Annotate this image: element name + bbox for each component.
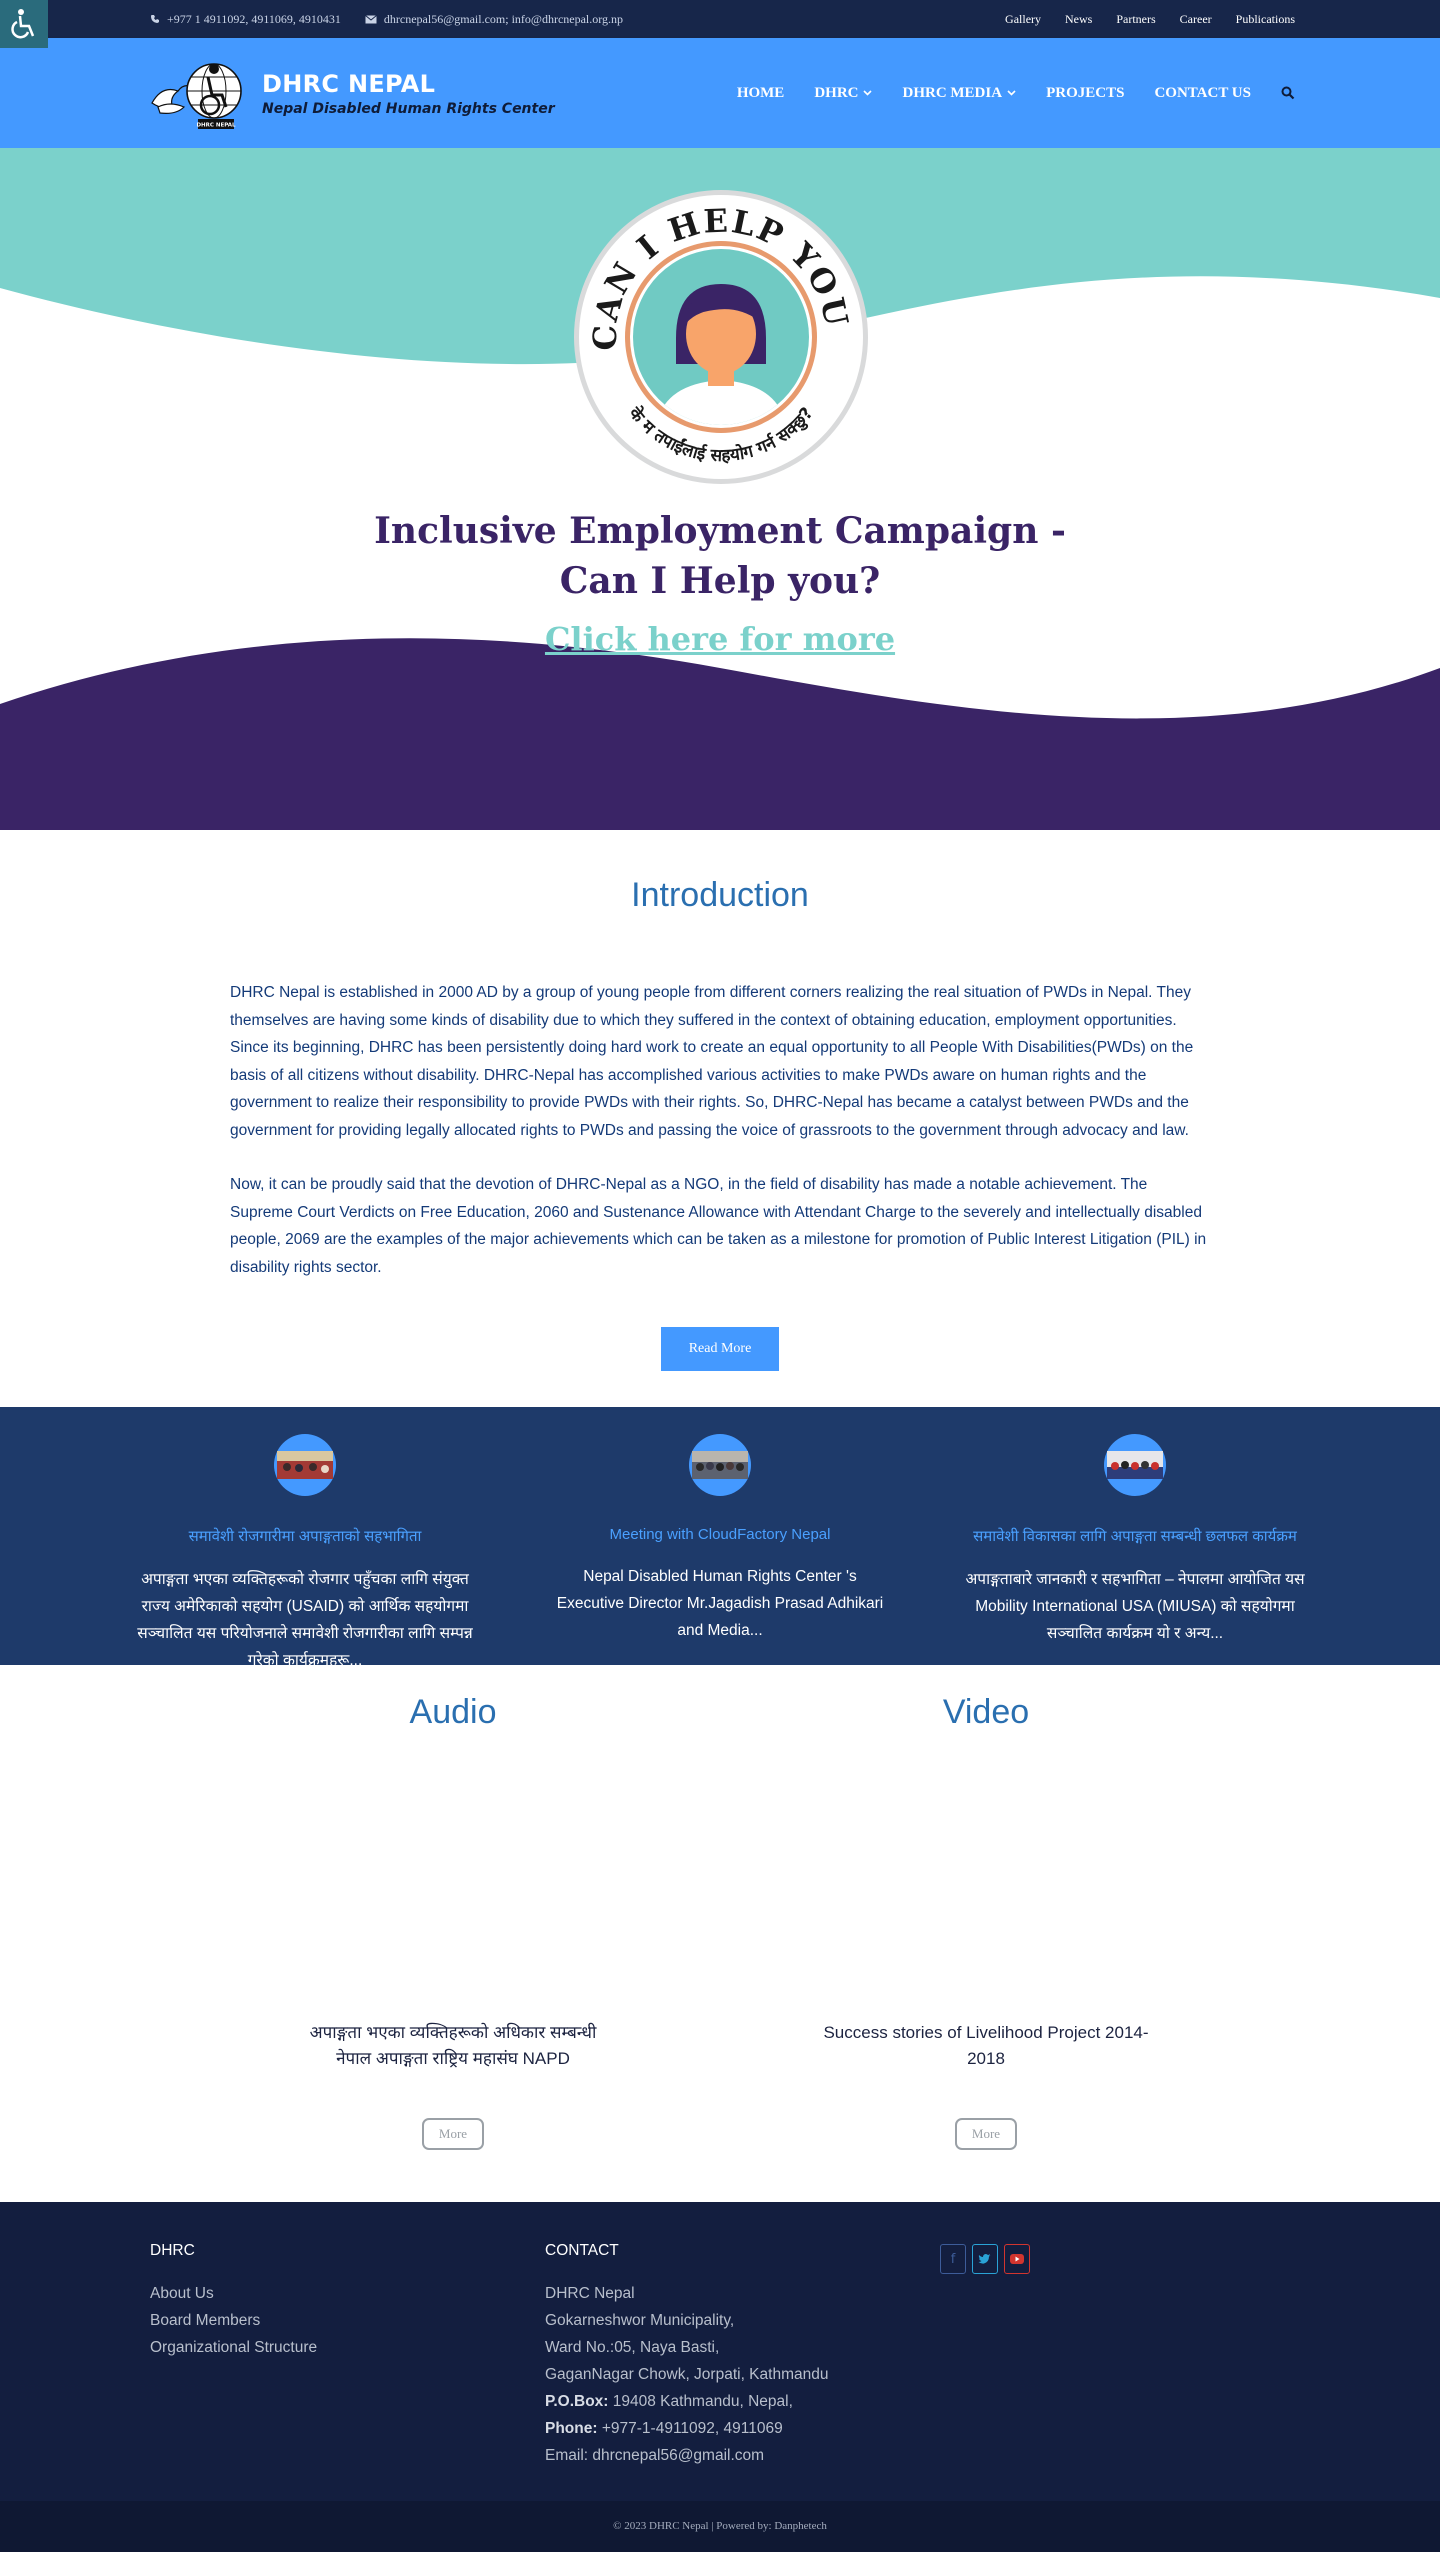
news-card[interactable]: समावेशी रोजगारीमा अपाङ्गताको सहभागिता अप… xyxy=(120,1433,490,1674)
facebook-icon[interactable]: f xyxy=(940,2244,966,2274)
nav-projects-label: PROJECTS xyxy=(1046,84,1125,101)
topbar-phone: +977 1 4911092, 4911069, 4910431 xyxy=(167,11,341,26)
site-footer: DHRC About Us Board Members Organization… xyxy=(0,2202,1440,2501)
audio-title: Audio xyxy=(409,1693,497,1731)
youtube-icon[interactable] xyxy=(1004,2244,1030,2274)
nav-dhrc-media[interactable]: DHRC MEDIA xyxy=(902,85,1016,102)
brand-subtitle: Nepal Disabled Human Rights Center xyxy=(262,100,555,117)
footer-dhrc-heading: DHRC xyxy=(150,2242,195,2259)
read-more-button[interactable]: Read More xyxy=(661,1327,779,1371)
hero-headline-line1: Inclusive Employment Campaign - xyxy=(374,510,1066,552)
news-thumbnail xyxy=(689,1434,751,1496)
footer-pobox-value: 19408 Kathmandu, Nepal, xyxy=(612,2393,793,2410)
chevron-down-icon xyxy=(1007,90,1016,96)
wheelchair-icon xyxy=(11,9,35,39)
nav-dhrc-media-label: DHRC MEDIA xyxy=(902,84,1003,101)
news-card-title[interactable]: Meeting with CloudFactory Nepal xyxy=(535,1526,905,1543)
news-section: समावेशी रोजगारीमा अपाङ्गताको सहभागिता अप… xyxy=(0,1407,1440,1669)
news-card-title[interactable]: समावेशी रोजगारीमा अपाङ्गताको सहभागिता xyxy=(120,1526,490,1546)
social-links: f xyxy=(940,2244,1030,2274)
dhrc-logo: DHRC NEPAL xyxy=(151,63,242,129)
nav-dhrc-label: DHRC xyxy=(814,84,859,101)
topbar-email: dhrcnepal56@gmail.com; info@dhrcnepal.or… xyxy=(383,11,624,26)
footer-phone: Phone: +977-1-4911092, 4911069 xyxy=(545,2415,940,2442)
introduction-section: Introduction DHRC Nepal is established i… xyxy=(0,830,1440,1407)
news-card-desc: Nepal Disabled Human Rights Center 's Ex… xyxy=(556,1568,884,1639)
footer-contact-heading: CONTACT xyxy=(545,2242,619,2259)
footer-address-1: Gokarneshwor Municipality, xyxy=(545,2312,735,2329)
news-card-title[interactable]: समावेशी विकासका लागि अपाङ्गता सम्बन्धी छ… xyxy=(950,1526,1320,1546)
video-column: Video Success stories of Livelihood Proj… xyxy=(786,1665,1186,2150)
video-caption: Success stories of Livelihood Project 20… xyxy=(823,2023,1149,2068)
hero-headline-line2: Can I Help you? xyxy=(559,560,881,602)
topbar-link-gallery[interactable]: Gallery xyxy=(1005,12,1041,27)
help-badge: CAN I HELP YOU? के म तपाईंलाई सहयोग गर्न… xyxy=(572,188,868,484)
site-header: DHRC NEPAL DHRC NEPAL Nepal Disabled Hum… xyxy=(0,38,1440,148)
footer-pobox-label: P.O.Box: xyxy=(545,2393,609,2410)
phone-icon xyxy=(151,15,159,23)
news-card-desc: अपाङ्गताबारे जानकारी र सहभागिता – नेपालम… xyxy=(965,1571,1305,1642)
brand-title: DHRC NEPAL xyxy=(262,69,436,98)
nav-projects[interactable]: PROJECTS xyxy=(1046,85,1124,102)
nav-home[interactable]: HOME xyxy=(737,85,785,102)
media-section: Audio अपाङ्गता भएका व्यक्तिहरूको अधिकार … xyxy=(0,1665,1440,2202)
footer-address-3: GaganNagar Chowk, Jorpati, Kathmandu xyxy=(545,2366,829,2383)
topbar-link-publications[interactable]: Publications xyxy=(1236,12,1295,27)
footer-phone-label: Phone: xyxy=(545,2420,598,2437)
topbar-link-career[interactable]: Career xyxy=(1180,12,1212,27)
brand[interactable]: DHRC NEPAL DHRC NEPAL Nepal Disabled Hum… xyxy=(148,55,555,131)
nav-home-label: HOME xyxy=(736,84,785,101)
nav-contact-us-label: CONTACT US xyxy=(1154,84,1251,101)
news-thumbnail xyxy=(274,1434,336,1496)
search-icon[interactable] xyxy=(1281,86,1295,100)
news-card[interactable]: समावेशी विकासका लागि अपाङ्गता सम्बन्धी छ… xyxy=(950,1433,1320,1674)
hero-banner[interactable]: CAN I HELP YOU? के म तपाईंलाई सहयोग गर्न… xyxy=(0,148,1440,830)
topbar-link-partners[interactable]: Partners xyxy=(1116,12,1155,27)
twitter-icon[interactable] xyxy=(972,2244,998,2274)
nav-dhrc[interactable]: DHRC xyxy=(814,84,873,102)
video-more-button[interactable]: More xyxy=(955,2118,1017,2150)
news-thumbnail xyxy=(1104,1434,1166,1496)
topbar-link-news[interactable]: News xyxy=(1065,12,1092,27)
footer-org-name: DHRC Nepal xyxy=(545,2285,635,2302)
intro-paragraph-2: Now, it can be proudly said that the dev… xyxy=(230,1176,1207,1276)
footer-link-organizational-structure[interactable]: Organizational Structure xyxy=(150,2334,545,2361)
accessibility-button[interactable] xyxy=(0,0,48,48)
logo-caption: DHRC NEPAL xyxy=(196,123,235,129)
chevron-down-icon xyxy=(863,90,873,96)
news-card[interactable]: Meeting with CloudFactory Nepal Nepal Di… xyxy=(535,1433,905,1674)
hero-headline: Inclusive Employment Campaign - Can I He… xyxy=(0,506,1440,606)
footer-phone-value: +977-1-4911092, 4911069 xyxy=(601,2420,783,2437)
footer-link-about-us[interactable]: About Us xyxy=(150,2280,545,2307)
news-card-desc: अपाङ्गता भएका व्यक्तिहरूको रोजगार पहुँचक… xyxy=(137,1571,473,1669)
video-title: Video xyxy=(942,1693,1030,1731)
footer-address-2: Ward No.:05, Naya Basti, xyxy=(545,2339,720,2356)
audio-caption: अपाङ्गता भएका व्यक्तिहरूको अधिकार सम्बन्… xyxy=(309,2023,597,2068)
audio-column: Audio अपाङ्गता भएका व्यक्तिहरूको अधिकार … xyxy=(253,1665,653,2150)
main-nav: HOME DHRC DHRC MEDIA PROJECTS CONTACT US xyxy=(737,85,1295,102)
audio-more-button[interactable]: More xyxy=(422,2118,484,2150)
intro-paragraph-1: DHRC Nepal is established in 2000 AD by … xyxy=(230,984,1194,1139)
footer-email[interactable]: Email: dhrcnepal56@gmail.com xyxy=(545,2442,940,2469)
top-bar: +977 1 4911092, 4911069, 4910431 dhrcnep… xyxy=(0,0,1440,38)
intro-title: Introduction xyxy=(631,876,809,914)
footer-pobox: P.O.Box: 19408 Kathmandu, Nepal, xyxy=(545,2388,940,2415)
envelope-icon xyxy=(365,14,377,23)
hero-cta-link[interactable]: Click here for more xyxy=(0,620,1440,658)
footer-link-board-members[interactable]: Board Members xyxy=(150,2307,545,2334)
nav-contact-us[interactable]: CONTACT US xyxy=(1154,85,1251,102)
copyright-bar: © 2023 DHRC Nepal | Powered by: Danphete… xyxy=(0,2501,1440,2552)
